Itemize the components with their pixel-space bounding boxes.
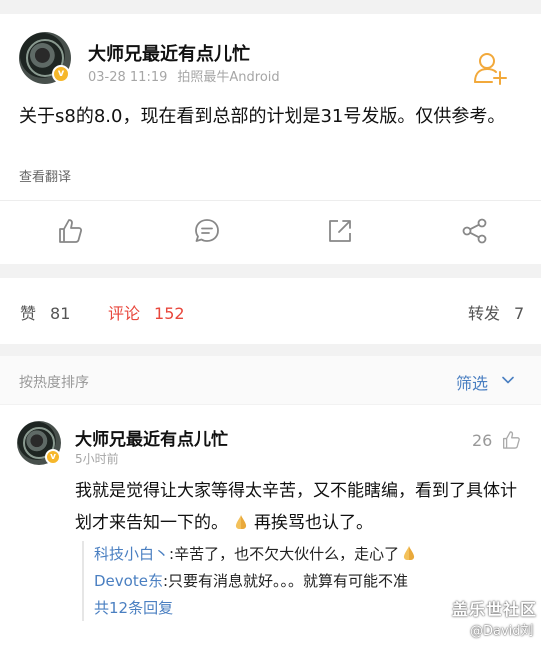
watermark-community: 盖乐世社区: [452, 600, 538, 619]
comment-time: 5小时前: [75, 452, 119, 466]
tab-likes[interactable]: 赞 81: [20, 300, 70, 324]
reposts-count: 7: [514, 304, 525, 323]
praying-hands-emoji: [235, 515, 247, 529]
sort-bar: 按热度排序 筛选: [0, 356, 541, 404]
sort-order-button[interactable]: 按热度排序: [19, 372, 89, 392]
reply-text: :辛苦了，也不欠大伙什么，走心了: [169, 545, 400, 563]
comment-author-name[interactable]: 大师兄最近有点儿忙: [75, 425, 228, 450]
post-author-name[interactable]: 大师兄最近有点儿忙: [88, 40, 250, 66]
likes-count: 81: [50, 304, 71, 323]
reply-item[interactable]: 科技小白丶:辛苦了，也不欠大伙什么，走心了: [94, 541, 522, 568]
post-meta: 03-28 11:19 拍照最牛Android: [88, 66, 280, 85]
thumbs-up-icon[interactable]: [55, 216, 85, 246]
translate-link[interactable]: 查看翻译: [19, 166, 71, 185]
thumbs-up-icon[interactable]: [500, 429, 522, 451]
reply-text: :只要有消息就好。。。就算有可能不准: [162, 572, 409, 590]
share-icon[interactable]: [460, 216, 490, 246]
reposts-label: 转发: [468, 304, 501, 323]
reply-item[interactable]: Devote东:只要有消息就好。。。就算有可能不准: [94, 568, 522, 595]
comment-icon[interactable]: [192, 216, 222, 246]
stats-bar: 赞 81 评论 152 转发 7: [0, 278, 541, 344]
post-text: 关于s8的8.0，现在看到总部的计划是31号发版。仅供参考。: [19, 106, 506, 127]
filter-button[interactable]: 筛选: [456, 370, 488, 394]
tab-comments[interactable]: 评论 152: [108, 300, 185, 324]
reply-user[interactable]: Devote东: [94, 572, 163, 590]
comment-text: 我就是觉得让大家等得太辛苦，又不能瞎编，看到了具体计划才来告知一下的。 再挨骂也认…: [75, 475, 530, 539]
post-source: 拍照最牛Android: [177, 70, 280, 85]
comments-label: 评论: [108, 304, 141, 323]
post-date: 03-28 11:19: [88, 70, 168, 85]
reply-user[interactable]: 科技小白丶: [94, 545, 169, 563]
likes-label: 赞: [20, 304, 37, 323]
praying-hands-emoji: [403, 546, 415, 560]
user-add-icon[interactable]: [470, 48, 510, 88]
comment-text-part2: 再挨骂也认了。: [254, 513, 373, 533]
post-card: v 大师兄最近有点儿忙 03-28 11:19 拍照最牛Android 关于s8的…: [0, 14, 541, 264]
comments-count: 152: [154, 304, 185, 323]
tab-reposts[interactable]: 转发 7: [468, 300, 524, 324]
chevron-down-icon[interactable]: [500, 372, 516, 388]
comment-like-count: 26: [472, 431, 493, 450]
divider: [0, 200, 541, 201]
share-out-icon[interactable]: [325, 216, 355, 246]
verified-badge: v: [45, 449, 61, 465]
verified-badge: v: [52, 65, 70, 83]
watermark-author: @David刘: [470, 624, 534, 639]
